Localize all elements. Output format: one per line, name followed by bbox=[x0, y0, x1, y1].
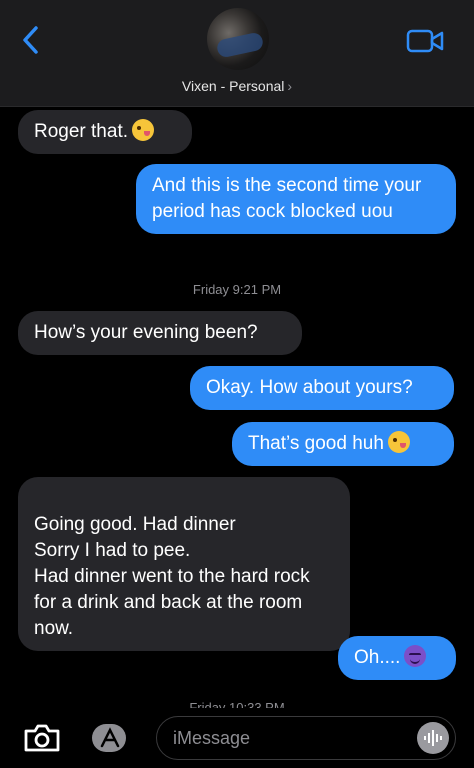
video-call-icon[interactable] bbox=[406, 28, 446, 54]
message-bubble-outgoing[interactable]: And this is the second time your period … bbox=[136, 164, 456, 234]
message-input-placeholder: iMessage bbox=[173, 728, 251, 748]
contact-name-label: Vixen - Personal bbox=[181, 78, 285, 94]
message-text: How’s your evening been? bbox=[34, 322, 258, 343]
message-bubble-outgoing[interactable]: Okay. How about yours? bbox=[190, 366, 454, 410]
contact-avatar[interactable] bbox=[207, 8, 269, 70]
camera-icon[interactable] bbox=[22, 722, 62, 754]
message-text: Oh.... bbox=[354, 647, 401, 668]
conversation-header: Vixen - Personal › bbox=[0, 0, 474, 107]
message-text: That’s good huh bbox=[248, 433, 384, 454]
message-bubble-incoming[interactable]: Going good. Had dinner Sorry I had to pe… bbox=[18, 477, 350, 651]
message-bubble-outgoing[interactable]: Oh.... bbox=[338, 636, 456, 680]
message-text: Roger that. bbox=[34, 121, 128, 142]
app-store-icon[interactable] bbox=[90, 720, 130, 756]
message-bubble-outgoing[interactable]: That’s good huh bbox=[232, 422, 454, 466]
timestamp: Friday 9:21 PM bbox=[192, 282, 282, 297]
contact-chevron-icon: › bbox=[287, 78, 293, 94]
contact-name[interactable]: Vixen - Personal › bbox=[0, 78, 474, 94]
message-bubble-incoming[interactable]: How’s your evening been? bbox=[18, 311, 302, 355]
message-input[interactable]: iMessage bbox=[156, 716, 456, 760]
audio-waveform-icon[interactable] bbox=[417, 722, 449, 754]
message-text: And this is the second time your period … bbox=[152, 175, 422, 222]
message-text: Going good. Had dinner Sorry I had to pe… bbox=[34, 514, 310, 639]
message-bubble-incoming[interactable]: Roger that. bbox=[18, 110, 192, 154]
winking-face-tongue-icon bbox=[387, 431, 410, 453]
message-text: Okay. How about yours? bbox=[206, 377, 413, 398]
winking-face-tongue-icon bbox=[132, 119, 154, 141]
smiling-devil-icon bbox=[404, 645, 427, 667]
back-chevron-icon[interactable] bbox=[14, 22, 46, 58]
